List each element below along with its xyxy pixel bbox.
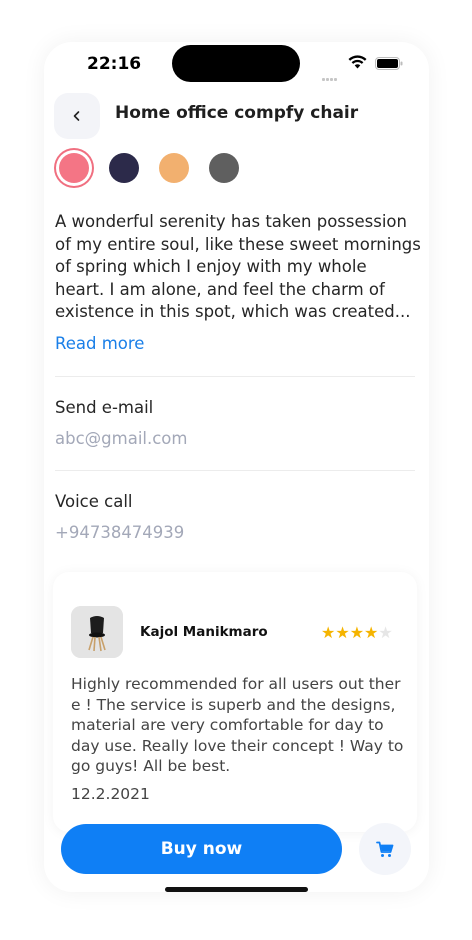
star-filled-icon: ★: [349, 623, 365, 642]
color-swatch-navy[interactable]: [109, 153, 139, 183]
buy-now-button[interactable]: Buy now: [61, 824, 342, 874]
product-description: A wonderful serenity has taken possessio…: [55, 212, 421, 321]
phone-screen: 22:16 Home office compfy chair A wonderf…: [44, 42, 429, 892]
review-text: Highly recommended for all users out the…: [71, 675, 404, 775]
email-label: Send e-mail: [55, 398, 154, 417]
phone-number-value[interactable]: +94738474939: [55, 523, 184, 542]
cart-button[interactable]: [359, 823, 411, 875]
star-filled-icon: ★: [321, 623, 336, 642]
battery-icon: [375, 57, 403, 70]
home-indicator: [165, 887, 308, 892]
color-swatch-pink[interactable]: [59, 153, 89, 183]
rating-stars: ★★★★★: [321, 623, 393, 642]
review-date: 12.2.2021: [71, 785, 150, 803]
wifi-icon: [348, 55, 367, 69]
status-time: 22:16: [87, 54, 142, 74]
chair-image: [71, 606, 123, 658]
divider: [55, 470, 415, 471]
review-card: Kajol Manikmaro ★★★★★ Highly recommended…: [53, 572, 417, 832]
color-swatch-gray[interactable]: [209, 153, 239, 183]
dynamic-island: [172, 45, 300, 82]
star-filled-icon: ★: [364, 623, 379, 642]
reviewer-name: Kajol Manikmaro: [140, 624, 268, 640]
back-button[interactable]: [54, 93, 100, 139]
star-filled-icon: ★: [335, 623, 350, 642]
star-empty-icon: ★: [378, 623, 393, 642]
voice-call-label: Voice call: [55, 492, 133, 511]
email-value[interactable]: abc@gmail.com: [55, 429, 187, 448]
chevron-left-icon: [73, 111, 80, 121]
product-avatar: [71, 606, 123, 658]
read-more-link[interactable]: Read more: [55, 334, 144, 353]
cart-icon: [376, 841, 394, 857]
page-title: Home office compfy chair: [115, 103, 359, 123]
divider: [55, 376, 415, 377]
signal-icon: [322, 66, 338, 85]
color-swatch-orange[interactable]: [159, 153, 189, 183]
